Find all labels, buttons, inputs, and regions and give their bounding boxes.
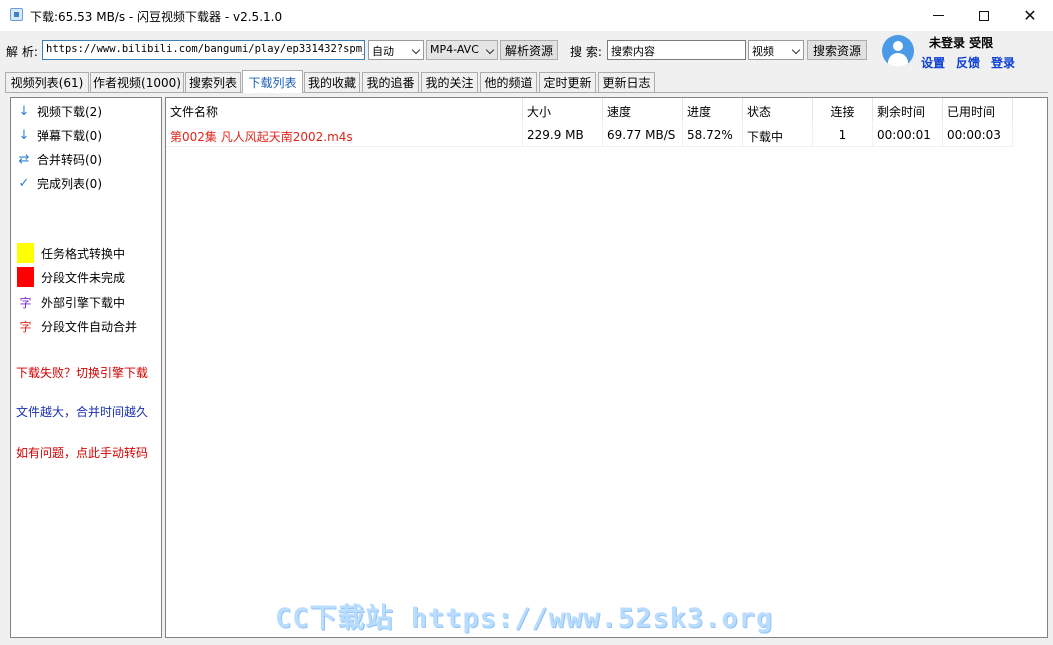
cell-size: 229.9 MB [523, 123, 603, 147]
table-row[interactable]: 第002集 凡人风起天南2002.m4s 229.9 MB 69.77 MB/S… [166, 123, 1014, 147]
tab-video-list[interactable]: 视频列表(61) [5, 72, 89, 92]
watermark: CC下载站 https://www.52sk3.org [275, 603, 774, 634]
search-label: 搜 索: [570, 45, 602, 59]
sidebar-item-label: 视频下载(2) [37, 104, 102, 119]
maximize-icon [979, 10, 989, 21]
search-input[interactable]: 搜索内容 [607, 40, 746, 60]
app-icon [10, 8, 23, 21]
cell-file-name: 第002集 凡人风起天南2002.m4s [166, 123, 523, 147]
legend-converting: 任务格式转换中 [17, 243, 125, 263]
download-list: 文件名称 大小 速度 进度 状态 连接 剩余时间 已用时间 第002集 凡人风起… [165, 97, 1048, 638]
sidebar-item-merge-transcode[interactable]: ⇄ 合并转码(0) [17, 150, 102, 168]
hint-manual-transcode[interactable]: 如有问题，点此手动转码 [16, 444, 148, 461]
hint-merge-time: 文件越大，合并时间越久 [16, 405, 149, 419]
sidebar-item-completed[interactable]: ✓ 完成列表(0) [17, 174, 102, 192]
sidebar-item-label: 完成列表(0) [37, 176, 102, 191]
login-link[interactable]: 登录 [991, 54, 1015, 71]
sidebar-item-danmaku-download[interactable]: ↓ 弹幕下载(0) [17, 126, 102, 144]
tab-search-list[interactable]: 搜索列表 [185, 72, 241, 92]
column-header-size[interactable]: 大小 [523, 98, 603, 122]
tab-divider [5, 92, 1048, 93]
check-icon: ✓ [18, 175, 30, 191]
minimize-button[interactable] [915, 0, 961, 31]
yellow-swatch [17, 243, 34, 263]
column-header-elapsed[interactable]: 已用时间 [943, 98, 1013, 122]
chevron-down-icon [791, 45, 801, 55]
arrow-down-icon: ↓ [18, 127, 30, 143]
search-button[interactable]: 搜索资源 [807, 40, 867, 60]
column-header-progress[interactable]: 进度 [683, 98, 743, 122]
parse-button[interactable]: 解析资源 [500, 40, 558, 60]
login-status: 未登录 受限 [929, 36, 994, 50]
parse-label: 解 析: [6, 45, 38, 59]
cell-remaining: 00:00:01 [873, 123, 943, 147]
table-header: 文件名称 大小 速度 进度 状态 连接 剩余时间 已用时间 [166, 98, 1014, 122]
legend-segments-incomplete: 分段文件未完成 [17, 267, 125, 287]
maximize-button[interactable] [961, 0, 1007, 31]
tab-channel[interactable]: 他的频道 [480, 72, 537, 92]
tab-bangumi[interactable]: 我的追番 [362, 72, 419, 92]
mode-select-value: 自动 [372, 45, 394, 58]
cell-connections: 1 [813, 123, 873, 147]
sidebar: ↓ 视频下载(2) ↓ 弹幕下载(0) ⇄ 合并转码(0) ✓ 完成列表(0) … [10, 97, 162, 638]
close-icon: ✕ [1023, 6, 1037, 25]
legend-external-engine: 字 外部引擎下载中 [17, 294, 125, 311]
sidebar-item-video-download[interactable]: ↓ 视频下载(2) [17, 102, 102, 120]
close-button[interactable]: ✕ [1007, 0, 1053, 31]
arrow-down-icon: ↓ [18, 103, 30, 119]
legend-label: 任务格式转换中 [41, 246, 126, 261]
hint-switch-engine[interactable]: 下载失败？切换引擎下载 [16, 364, 148, 381]
char-icon: 字 [19, 296, 32, 310]
chevron-down-icon [411, 45, 421, 55]
window-title: 下载:65.53 MB/s - 闪豆视频下载器 - v2.5.1.0 [30, 10, 283, 24]
search-type-select[interactable]: 视频 [748, 40, 804, 60]
tab-following[interactable]: 我的关注 [421, 72, 478, 92]
column-header-connections[interactable]: 连接 [813, 98, 873, 122]
cell-speed: 69.77 MB/S [603, 123, 683, 147]
cell-status: 下载中 [743, 123, 813, 147]
legend-label: 外部引擎下载中 [41, 296, 126, 310]
search-type-value: 视频 [752, 45, 774, 58]
tab-favorites[interactable]: 我的收藏 [304, 72, 360, 92]
cell-progress: 58.72% [683, 123, 743, 147]
format-select-value: MP4-AVC [430, 43, 479, 56]
settings-link[interactable]: 设置 [921, 54, 945, 71]
legend-auto-merge: 字 分段文件自动合并 [17, 318, 137, 335]
avatar-icon[interactable] [882, 35, 914, 67]
red-swatch [17, 267, 34, 287]
tab-author-videos[interactable]: 作者视频(1000) [90, 72, 184, 92]
char-icon: 字 [19, 320, 32, 334]
format-select[interactable]: MP4-AVC [426, 40, 498, 60]
tab-download-list[interactable]: 下载列表 [242, 70, 303, 93]
swap-icon: ⇄ [18, 151, 30, 167]
tab-changelog[interactable]: 更新日志 [598, 72, 655, 92]
chevron-down-icon [485, 45, 495, 55]
mode-select[interactable]: 自动 [368, 40, 424, 60]
column-header-status[interactable]: 状态 [743, 98, 813, 122]
url-input[interactable]: https://www.bilibili.com/bangumi/play/ep… [42, 40, 365, 60]
sidebar-item-label: 弹幕下载(0) [37, 128, 102, 143]
title-bar: 下载:65.53 MB/s - 闪豆视频下载器 - v2.5.1.0 ✕ [0, 0, 1053, 31]
column-header-name[interactable]: 文件名称 [166, 98, 523, 122]
column-header-speed[interactable]: 速度 [603, 98, 683, 122]
column-header-remaining[interactable]: 剩余时间 [873, 98, 943, 122]
feedback-link[interactable]: 反馈 [956, 54, 980, 71]
cell-elapsed: 00:00:03 [943, 123, 1013, 147]
tab-scheduled-update[interactable]: 定时更新 [539, 72, 596, 92]
minimize-icon [932, 15, 944, 16]
legend-label: 分段文件自动合并 [41, 320, 138, 334]
sidebar-item-label: 合并转码(0) [37, 152, 102, 167]
legend-label: 分段文件未完成 [41, 270, 126, 285]
